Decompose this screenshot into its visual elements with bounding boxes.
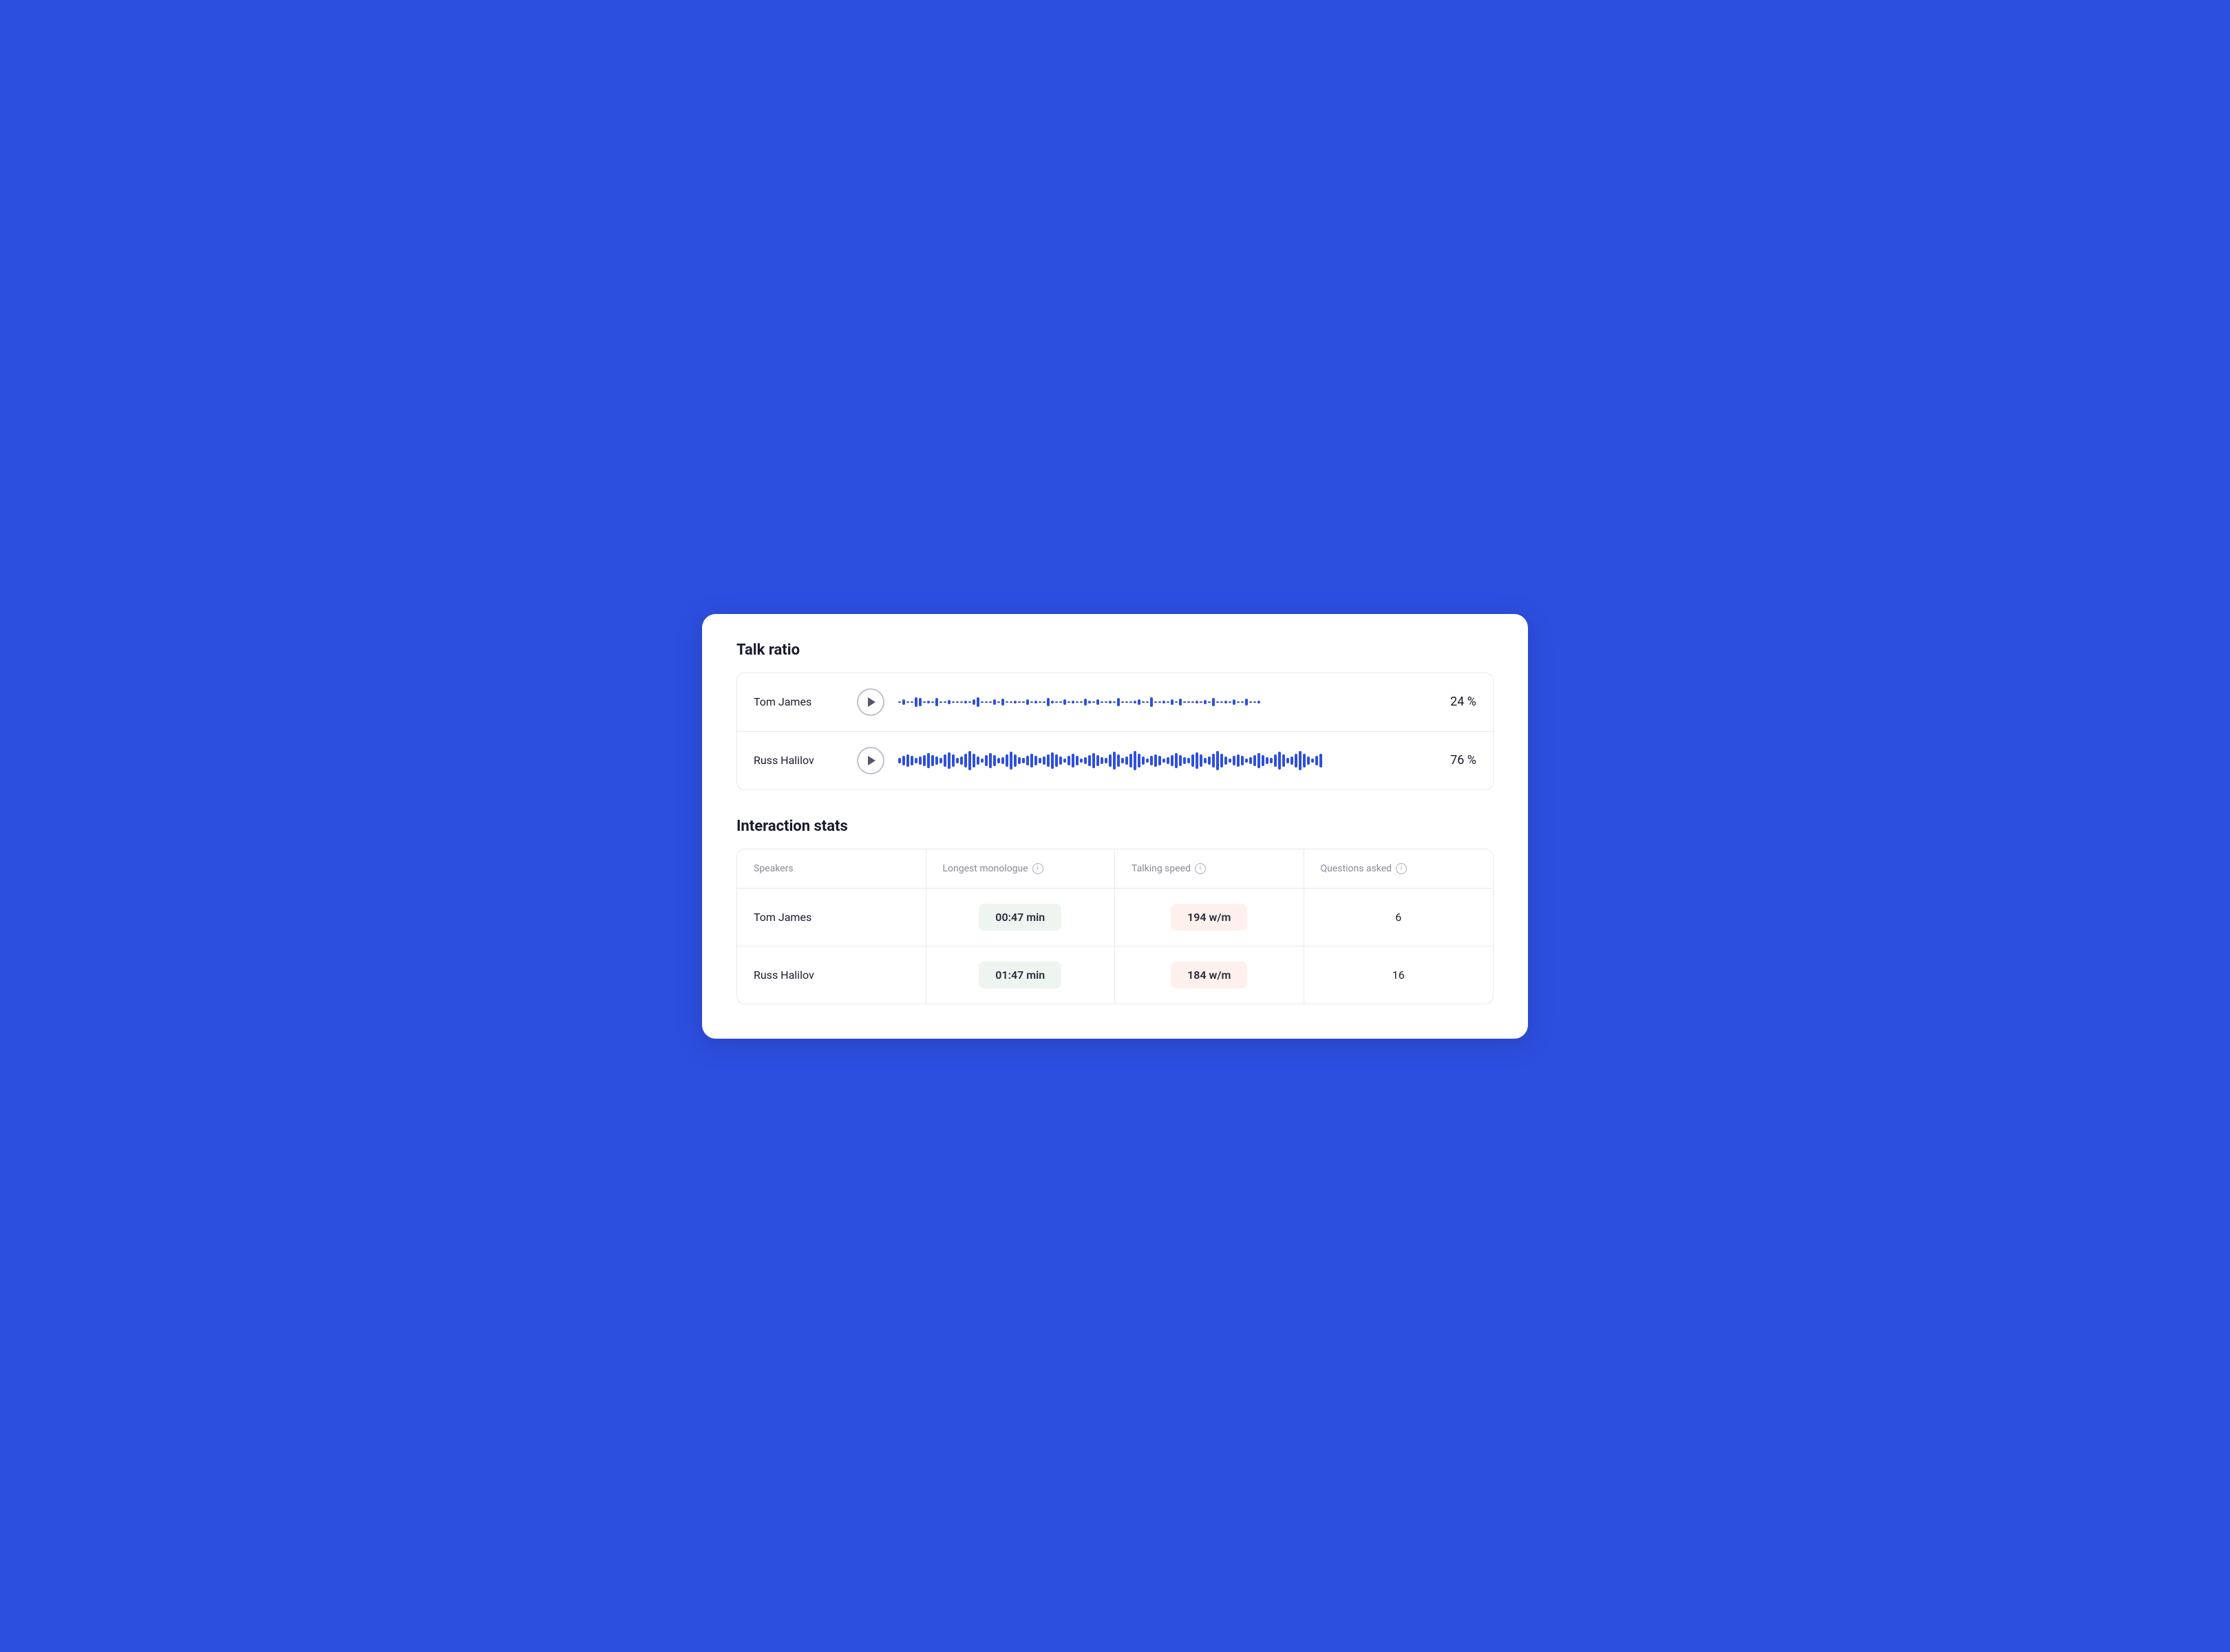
talk-ratio-card: Tom James 24 % Russ Halilov 76 % <box>736 673 1494 790</box>
talk-ratio-title: Talk ratio <box>736 642 1494 659</box>
interaction-stats-title: Interaction stats <box>736 818 1494 835</box>
stats-table: Speakers Longest monologue i Talking spe… <box>736 849 1494 1004</box>
stats-questions-russ: 16 <box>1304 946 1494 1004</box>
header-questions-asked: Questions asked i <box>1304 849 1494 888</box>
waveform-russ <box>898 750 1421 771</box>
waveform-tom <box>898 692 1421 712</box>
stats-monologue-russ: 01:47 min <box>926 946 1116 1004</box>
stats-speed-russ: 184 w/m <box>1115 946 1304 1004</box>
main-card: Talk ratio Tom James 24 % Russ Halilov 7… <box>702 614 1528 1039</box>
stats-row-tom: Tom James 00:47 min 194 w/m 6 <box>737 889 1493 946</box>
stats-speaker-russ: Russ Halilov <box>737 946 926 1004</box>
stats-questions-tom: 6 <box>1304 889 1494 946</box>
speaker-name-tom: Tom James <box>754 695 843 708</box>
speaker-name-russ: Russ Halilov <box>754 754 843 767</box>
monologue-badge-tom: 00:47 min <box>979 904 1061 931</box>
stats-row-russ: Russ Halilov 01:47 min 184 w/m 16 <box>737 946 1493 1004</box>
percentage-russ: 76 % <box>1435 753 1476 767</box>
speed-badge-tom: 194 w/m <box>1171 904 1247 931</box>
stats-header: Speakers Longest monologue i Talking spe… <box>737 849 1493 889</box>
header-talking-speed: Talking speed i <box>1115 849 1304 888</box>
stats-speed-tom: 194 w/m <box>1115 889 1304 946</box>
stats-monologue-tom: 00:47 min <box>926 889 1116 946</box>
header-longest-monologue: Longest monologue i <box>926 849 1116 888</box>
speaker-row-tom: Tom James 24 % <box>737 673 1493 732</box>
info-icon-speed[interactable]: i <box>1195 863 1206 874</box>
info-icon-questions[interactable]: i <box>1396 863 1407 874</box>
speaker-row-russ: Russ Halilov 76 % <box>737 732 1493 790</box>
play-button-tom[interactable] <box>857 688 884 716</box>
stats-speaker-tom: Tom James <box>737 889 926 946</box>
monologue-badge-russ: 01:47 min <box>979 962 1061 988</box>
percentage-tom: 24 % <box>1435 695 1476 709</box>
header-speakers: Speakers <box>737 849 926 888</box>
speed-badge-russ: 184 w/m <box>1171 962 1247 988</box>
play-button-russ[interactable] <box>857 747 884 774</box>
info-icon-monologue[interactable]: i <box>1032 863 1043 874</box>
